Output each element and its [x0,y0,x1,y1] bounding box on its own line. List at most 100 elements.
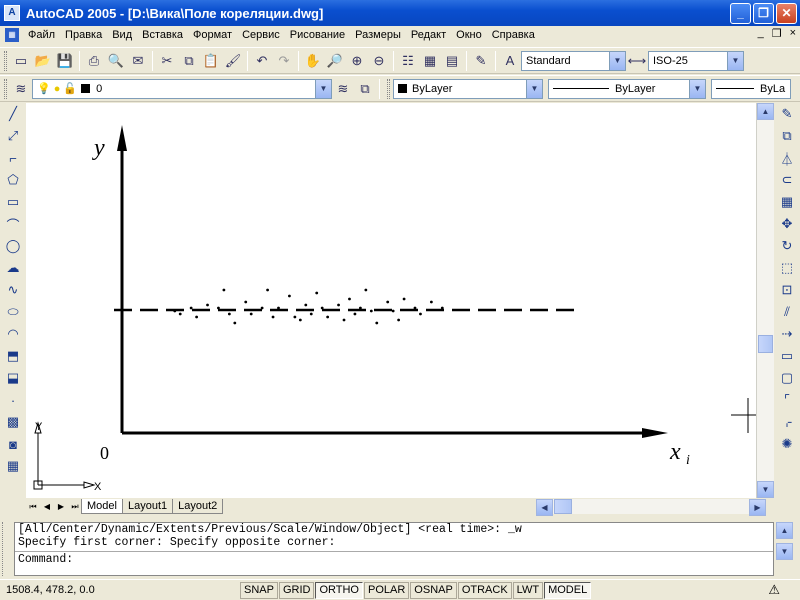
cut-icon[interactable]: ✂ [156,50,178,72]
chevron-down-icon[interactable]: ▼ [526,79,542,98]
ortho-toggle[interactable]: ORTHO [315,581,363,599]
ellipse-arc-icon[interactable]: ◠ [0,323,26,345]
first-tab-icon[interactable]: ⏮ [26,500,40,514]
scroll-up-icon[interactable]: ▲ [757,103,774,120]
paste-icon[interactable]: 📋 [200,50,222,72]
scale-icon[interactable]: ⬚ [774,257,800,279]
document-icon[interactable]: ▦ [5,28,19,42]
doc-minimize-button[interactable]: _ [758,27,764,40]
zoom-previous-icon[interactable]: ⊖ [368,50,390,72]
dim-style-select[interactable]: ISO-25 ▼ [648,50,744,71]
tool-palettes-icon[interactable]: ▤ [441,50,463,72]
trim-icon[interactable]: ⫽ [774,301,800,323]
tab-layout2[interactable]: Layout2 [172,499,224,514]
construction-line-icon[interactable]: ⤢ [0,125,26,147]
properties-icon[interactable]: ☷ [397,50,419,72]
layer-previous-icon[interactable]: ⧉ [354,78,376,100]
close-button[interactable]: ✕ [776,3,797,24]
layer-select[interactable]: 💡 ● 🔓 0 ▼ [32,78,332,99]
menu-insert[interactable]: Вставка [137,29,188,41]
design-center-icon[interactable]: ▦ [419,50,441,72]
menu-format[interactable]: Формат [188,29,237,41]
scroll-right-icon[interactable]: ▶ [749,499,766,516]
polyline-icon[interactable]: ⌐ [0,147,26,169]
mirror-icon[interactable]: ⏃ [774,147,800,169]
move-icon[interactable]: ✥ [774,213,800,235]
scroll-left-icon[interactable]: ◀ [536,499,553,516]
rotate-icon[interactable]: ↻ [774,235,800,257]
spline-icon[interactable]: ∿ [0,279,26,301]
communication-center-icon[interactable]: ⚠ [768,582,780,598]
command-scrollbar[interactable]: ▲ ▼ [776,522,794,562]
last-tab-icon[interactable]: ⏭ [68,500,82,514]
copy-object-icon[interactable]: ⧉ [774,125,800,147]
scroll-up-icon[interactable]: ▲ [776,522,793,539]
grid-toggle[interactable]: GRID [278,581,315,599]
chevron-down-icon[interactable]: ▼ [315,79,331,98]
menu-draw[interactable]: Рисование [285,29,350,41]
drawing-canvas[interactable]: y x i 0 Y X [26,103,756,498]
doc-close-button[interactable]: × [790,27,796,40]
print-icon[interactable]: ⎙ [83,50,105,72]
polygon-icon[interactable]: ⬠ [0,169,26,191]
text-style-select[interactable]: Standard ▼ [521,50,626,71]
linetype-select[interactable]: ByLayer ▼ [548,78,706,99]
explode-icon[interactable]: ✺ [774,433,800,455]
menu-edit[interactable]: Правка [60,29,107,41]
tab-model[interactable]: Model [81,499,123,514]
rectangle-icon[interactable]: ▭ [0,191,26,213]
pan-icon[interactable]: ✋ [302,50,324,72]
command-window-grip[interactable] [2,522,12,576]
chevron-down-icon[interactable]: ▼ [689,79,705,98]
zoom-realtime-icon[interactable]: 🔎 [324,50,346,72]
lineweight-select[interactable]: ByLa [711,78,791,99]
autocad-app-icon[interactable]: A [4,5,20,21]
prev-tab-icon[interactable]: ◀ [40,500,54,514]
horizontal-scrollbar[interactable]: ◀ ▶ [536,499,766,516]
open-icon[interactable]: 📂 [32,50,54,72]
command-window[interactable]: [All/Center/Dynamic/Extents/Previous/Sca… [14,522,774,576]
point-icon[interactable]: · [0,389,26,411]
revision-cloud-icon[interactable]: ☁ [0,257,26,279]
markup-icon[interactable]: ✎ [470,50,492,72]
vertical-scrollbar[interactable]: ▲ ▼ [756,103,774,498]
scroll-down-icon[interactable]: ▼ [776,543,793,560]
otrack-toggle[interactable]: OTRACK [457,581,512,599]
chevron-down-icon[interactable]: ▼ [727,51,743,70]
next-tab-icon[interactable]: ▶ [54,500,68,514]
tab-layout1[interactable]: Layout1 [121,499,174,514]
region-icon[interactable]: ◙ [0,433,26,455]
snap-toggle[interactable]: SNAP [240,581,278,599]
toolbar-grip[interactable] [4,50,7,71]
new-icon[interactable]: ▭ [10,50,32,72]
scroll-thumb[interactable] [758,335,773,353]
array-icon[interactable]: ▦ [774,191,800,213]
text-style-icon[interactable]: A [499,50,521,72]
redo-icon[interactable]: ↷ [273,50,295,72]
erase-icon[interactable]: ✎ [774,103,800,125]
scroll-down-icon[interactable]: ▼ [757,481,774,498]
chevron-down-icon[interactable]: ▼ [609,51,625,70]
print-preview-icon[interactable]: 🔍 [105,50,127,72]
polar-toggle[interactable]: POLAR [364,581,410,599]
chamfer-icon[interactable]: ⌜ [774,389,800,411]
h-scroll-thumb[interactable] [554,499,572,514]
hatch-icon[interactable]: ▩ [0,411,26,433]
menu-tools[interactable]: Сервис [237,29,285,41]
extend-icon[interactable]: ⇢ [774,323,800,345]
make-object-layer-current-icon[interactable]: ≋ [332,78,354,100]
save-icon[interactable]: 💾 [54,50,76,72]
match-properties-icon[interactable]: 🖌 [222,50,244,72]
break-icon[interactable]: ▢ [774,367,800,389]
minimize-button[interactable]: _ [730,3,751,24]
stretch-icon[interactable]: ⊡ [774,279,800,301]
lwt-toggle[interactable]: LWT [512,581,544,599]
menu-window[interactable]: Окно [451,29,487,41]
toolbar-grip[interactable] [4,78,7,99]
maximize-button[interactable]: ❐ [753,3,774,24]
drawing-area[interactable]: y x i 0 Y X [26,103,756,498]
toolbar-grip[interactable] [387,78,390,99]
arc-icon[interactable]: ⌒ [0,213,26,235]
menu-dimension[interactable]: Размеры [350,29,406,41]
table-icon[interactable]: ▦ [0,455,26,477]
